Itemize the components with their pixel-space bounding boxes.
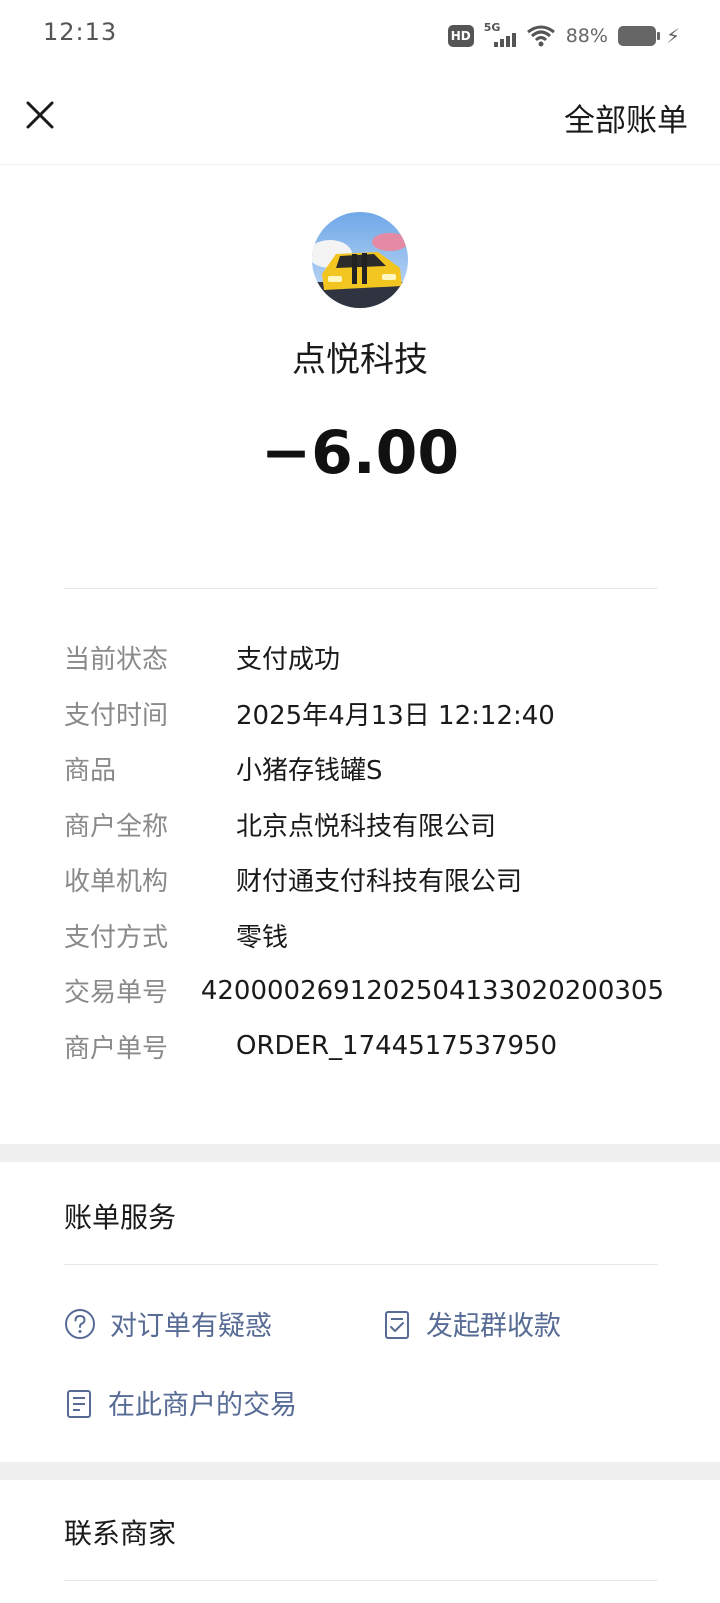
close-icon[interactable] bbox=[22, 97, 58, 133]
order-question-label: 对订单有疑惑 bbox=[110, 1311, 272, 1342]
checklist-icon bbox=[385, 1310, 409, 1339]
section-separator bbox=[0, 1462, 720, 1480]
payment-amount: −6.00 bbox=[260, 418, 460, 488]
signal-icon: 5G bbox=[484, 21, 516, 49]
question-circle-icon bbox=[65, 1308, 95, 1339]
merchant-avatar bbox=[312, 212, 408, 308]
detail-label: 支付方式 bbox=[64, 922, 169, 953]
detail-value[interactable]: ORDER_1744517537950 bbox=[236, 1031, 557, 1061]
status-time: 12:13 bbox=[43, 18, 118, 46]
detail-row-payment-method: 支付方式 零钱 bbox=[64, 908, 664, 964]
group-collection-button[interactable]: 发起群收款 bbox=[382, 1304, 561, 1343]
detail-row-merchant-order-id: 商户单号 ORDER_1744517537950 bbox=[64, 1019, 664, 1075]
detail-row-transaction-id: 交易单号 4200002691202504133020200305 bbox=[64, 963, 664, 1019]
status-bar: 12:13 HD 5G 88% ⚡ bbox=[0, 0, 720, 70]
detail-row-acquirer: 收单机构 财付通支付科技有限公司 bbox=[64, 852, 664, 908]
detail-row-product: 商品 小猪存钱罐S bbox=[64, 741, 664, 797]
divider bbox=[64, 1580, 658, 1581]
detail-label: 当前状态 bbox=[64, 645, 169, 676]
hd-icon: HD bbox=[447, 25, 474, 47]
divider bbox=[64, 588, 658, 589]
battery-percent: 88% bbox=[565, 25, 608, 47]
section-separator bbox=[0, 1144, 720, 1162]
detail-value: 北京点悦科技有限公司 bbox=[236, 811, 497, 842]
detail-label: 交易单号 bbox=[64, 978, 169, 1009]
contact-merchant-title[interactable]: 联系商家 bbox=[64, 1512, 176, 1552]
divider bbox=[64, 1264, 658, 1265]
wifi-icon bbox=[526, 25, 555, 47]
detail-label: 商品 bbox=[64, 756, 117, 787]
bill-services-title: 账单服务 bbox=[64, 1201, 177, 1234]
detail-value: 小猪存钱罐S bbox=[236, 756, 383, 787]
charging-icon: ⚡ bbox=[665, 24, 680, 48]
all-bills-link[interactable]: 全部账单 bbox=[564, 95, 688, 140]
detail-row-status: 当前状态 支付成功 bbox=[64, 630, 664, 686]
detail-label: 商户单号 bbox=[64, 1033, 169, 1064]
detail-label: 商户全称 bbox=[64, 811, 169, 842]
merchant-transactions-button[interactable]: 在此商户的交易 bbox=[64, 1383, 297, 1422]
nav-bar: 全部账单 bbox=[0, 75, 720, 165]
status-icons: HD 5G 88% ⚡ bbox=[447, 20, 680, 52]
transaction-details: 当前状态 支付成功 支付时间 2025年4月13日 12:12:40 商品 小猪… bbox=[64, 630, 664, 1074]
detail-row-time: 支付时间 2025年4月13日 12:12:40 bbox=[64, 686, 664, 742]
detail-value[interactable]: 4200002691202504133020200305 bbox=[201, 976, 664, 1006]
detail-label: 支付时间 bbox=[64, 700, 169, 731]
battery-icon bbox=[617, 26, 660, 46]
detail-value: 2025年4月13日 12:12:40 bbox=[236, 700, 555, 731]
group-collection-label: 发起群收款 bbox=[426, 1311, 561, 1342]
merchant-name: 点悦科技 bbox=[292, 340, 428, 380]
document-icon bbox=[67, 1389, 91, 1418]
order-question-button[interactable]: 对订单有疑惑 bbox=[64, 1304, 272, 1343]
detail-value: 零钱 bbox=[236, 922, 289, 953]
detail-value: 财付通支付科技有限公司 bbox=[236, 867, 523, 898]
detail-label: 收单机构 bbox=[64, 867, 169, 898]
merchant-transactions-label: 在此商户的交易 bbox=[108, 1390, 297, 1421]
detail-value: 支付成功 bbox=[236, 645, 341, 676]
detail-row-merchant-fullname: 商户全称 北京点悦科技有限公司 bbox=[64, 797, 664, 853]
